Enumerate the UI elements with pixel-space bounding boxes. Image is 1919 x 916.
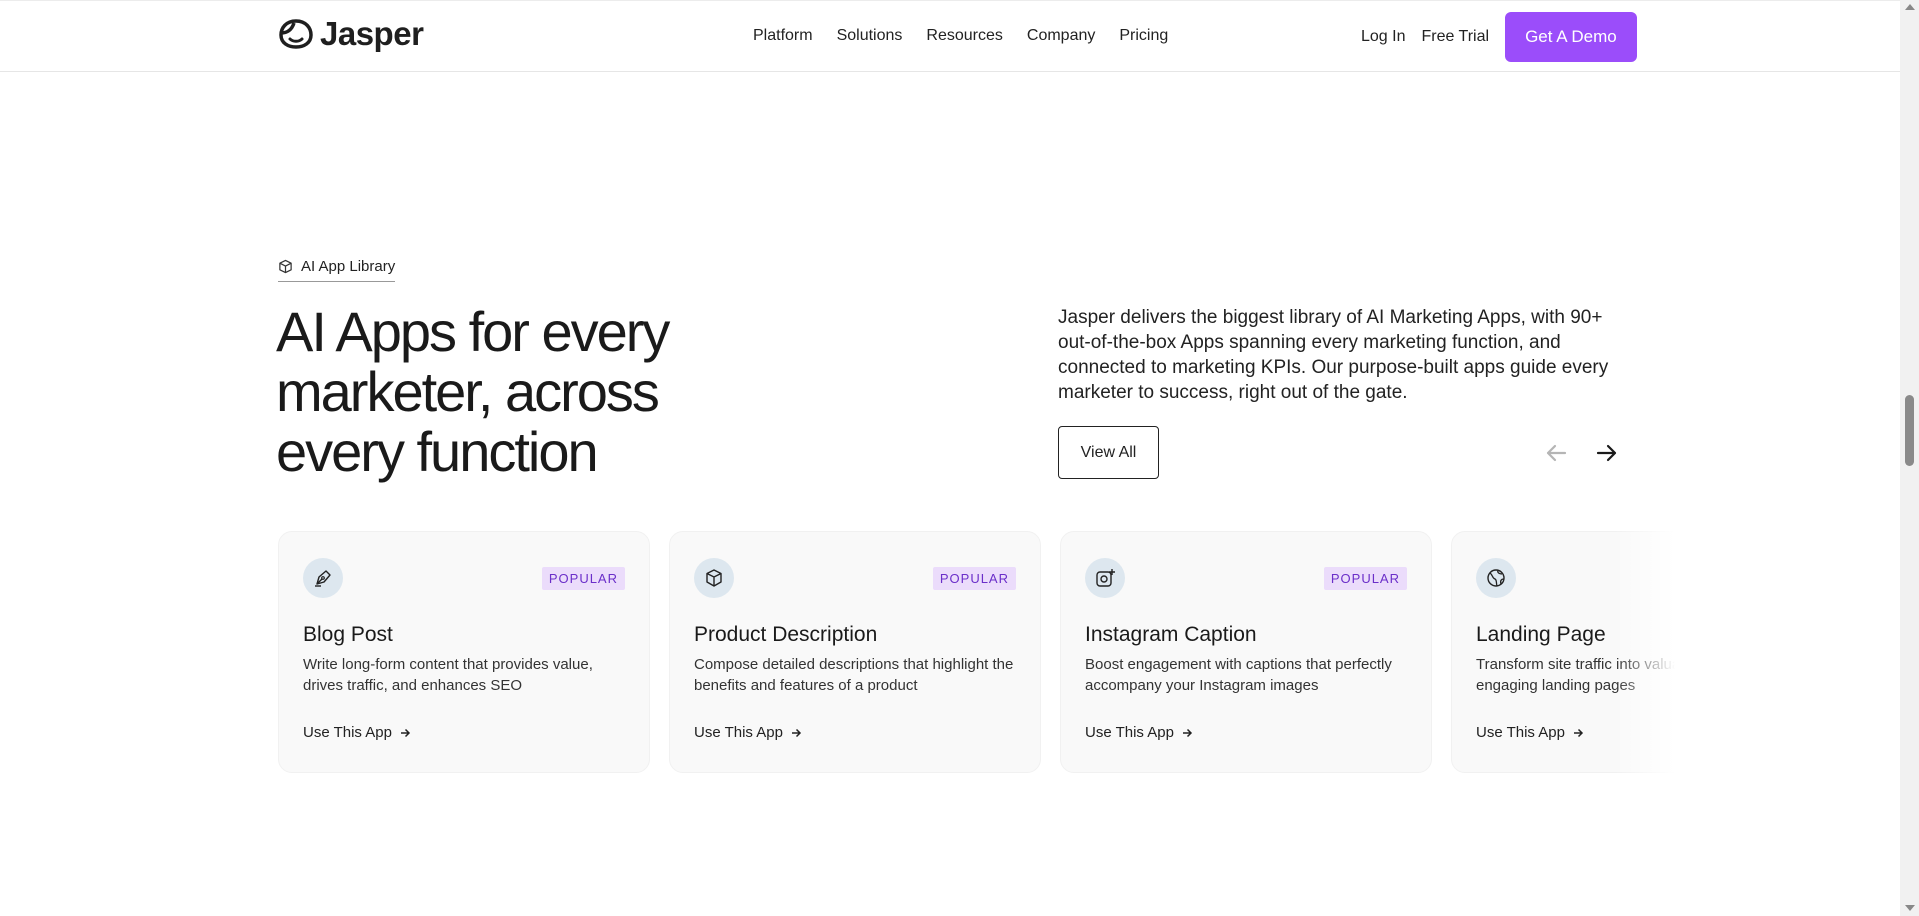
section-eyebrow: AI App Library — [278, 258, 396, 282]
nav-resources[interactable]: Resources — [926, 27, 1002, 45]
use-app-label: Use This App — [694, 724, 783, 741]
use-app-link[interactable]: Use This App — [694, 724, 802, 741]
app-card-blog-post[interactable]: POPULAR Blog Post Write long-form conten… — [278, 531, 650, 773]
jasper-logo[interactable]: Jasper — [278, 15, 424, 53]
app-card-instagram-caption[interactable]: POPULAR Instagram Caption Boost engageme… — [1060, 531, 1432, 773]
view-all-button[interactable]: View All — [1058, 426, 1159, 479]
carousel-prev-button[interactable] — [1541, 438, 1571, 468]
card-icon-wrapper — [303, 558, 343, 598]
free-trial-link[interactable]: Free Trial — [1421, 28, 1489, 46]
arrow-left-icon — [1546, 444, 1567, 462]
card-title: Landing Page — [1476, 623, 1606, 646]
login-link[interactable]: Log In — [1361, 28, 1405, 46]
arrow-right-icon — [791, 728, 802, 737]
scrollbar-thumb[interactable] — [1905, 395, 1914, 466]
arrow-right-icon — [400, 728, 411, 737]
popular-badge: POPULAR — [541, 567, 625, 590]
use-app-link[interactable]: Use This App — [303, 724, 411, 741]
globe-icon — [1487, 569, 1505, 587]
card-description: Write long-form content that provides va… — [303, 656, 593, 694]
card-title: Product Description — [694, 623, 878, 646]
card-title: Blog Post — [303, 623, 393, 646]
section-description: Jasper delivers the biggest library of A… — [1058, 307, 1609, 403]
card-description: Boost engagement with captions that perf… — [1085, 656, 1392, 694]
section-headline: AI Apps for every marketer, across every… — [276, 300, 670, 483]
arrow-right-icon — [1596, 444, 1617, 462]
use-app-label: Use This App — [1085, 724, 1174, 741]
card-icon-wrapper — [694, 558, 734, 598]
popular-badge: POPULAR — [1323, 567, 1407, 590]
instagram-add-icon — [1096, 569, 1115, 587]
use-app-link[interactable]: Use This App — [1085, 724, 1193, 741]
jasper-logo-icon — [279, 19, 313, 49]
cube-icon — [706, 569, 722, 587]
cube-icon — [279, 259, 292, 274]
use-app-link[interactable]: Use This App — [1476, 724, 1584, 741]
arrow-right-icon — [1182, 728, 1193, 737]
logo-text: Jasper — [320, 15, 424, 52]
nav-pricing[interactable]: Pricing — [1119, 27, 1168, 45]
nav-company[interactable]: Company — [1027, 27, 1095, 45]
nav-platform[interactable]: Platform — [753, 27, 813, 45]
arrow-right-icon — [1573, 728, 1584, 737]
main-nav: Platform Solutions Resources Company Pri… — [753, 27, 1168, 45]
eyebrow-label: AI App Library — [301, 258, 396, 275]
use-app-label: Use This App — [1476, 724, 1565, 741]
carousel-next-button[interactable] — [1592, 438, 1622, 468]
scroll-up-icon[interactable] — [1905, 4, 1915, 10]
site-header: Jasper Platform Solutions Resources Comp… — [0, 0, 1900, 72]
app-cards-carousel: POPULAR Blog Post Write long-form conten… — [278, 531, 1675, 773]
use-app-label: Use This App — [303, 724, 392, 741]
scroll-down-icon[interactable] — [1905, 905, 1915, 911]
get-demo-button[interactable]: Get A Demo — [1505, 12, 1637, 62]
app-card-product-description[interactable]: POPULAR Product Description Compose deta… — [669, 531, 1041, 773]
carousel-fade-overlay — [1615, 531, 1675, 773]
card-icon-wrapper — [1476, 558, 1516, 598]
page-scrollbar[interactable] — [1900, 0, 1919, 916]
popular-badge: POPULAR — [932, 567, 1016, 590]
nav-solutions[interactable]: Solutions — [837, 27, 903, 45]
pen-nib-icon — [315, 570, 331, 587]
card-title: Instagram Caption — [1085, 623, 1257, 646]
header-actions: Log In Free Trial Get A Demo — [1361, 12, 1637, 62]
card-icon-wrapper — [1085, 558, 1125, 598]
card-description: Compose detailed descriptions that highl… — [694, 656, 1014, 694]
